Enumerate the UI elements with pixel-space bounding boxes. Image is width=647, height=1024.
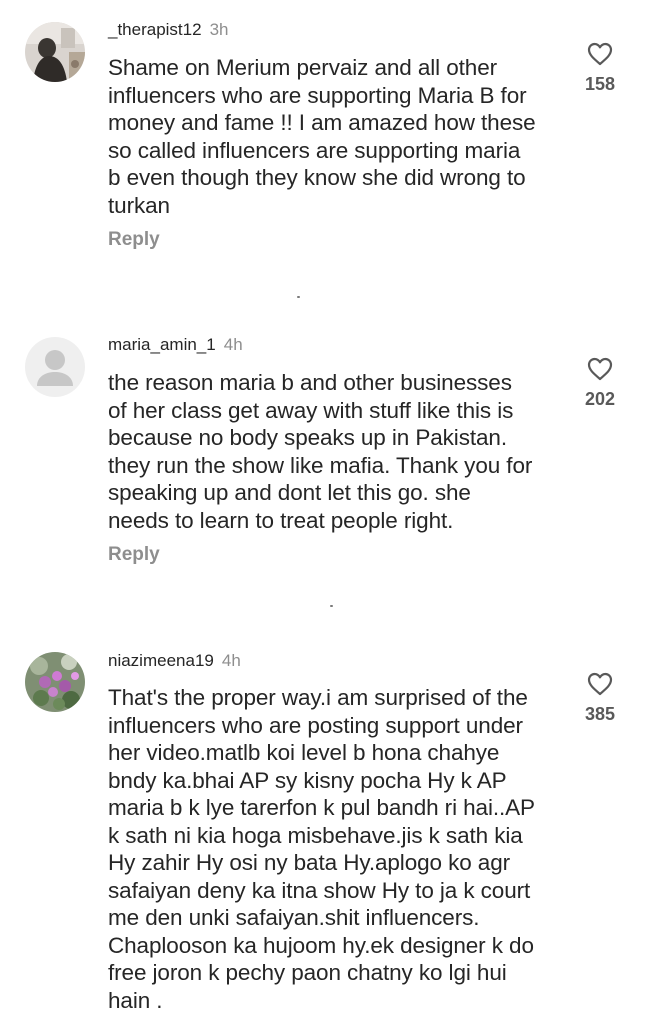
like-button[interactable]: 202 — [580, 357, 620, 410]
timestamp: 4h — [223, 335, 243, 354]
comment-text: That's the proper way.i am surprised of … — [108, 685, 535, 1013]
like-count: 385 — [584, 704, 616, 724]
comment-text: the reason maria b and other businesses … — [108, 370, 533, 533]
comment-item: maria_amin_1 4h the reason maria b and ot… — [0, 315, 647, 615]
timestamp: 4h — [221, 651, 241, 670]
like-button[interactable]: 385 — [580, 672, 620, 725]
username[interactable]: maria_amin_1 — [108, 335, 216, 354]
comment-item: _therapist12 3h Shame on Merium pervaiz a… — [0, 0, 647, 300]
flower-photo-avatar-icon — [25, 652, 85, 712]
comment-meta: niazimeena19 4h — [108, 650, 241, 672]
default-avatar-icon — [25, 337, 85, 397]
reply-button[interactable]: Reply — [108, 229, 160, 251]
separator-dot — [330, 605, 333, 607]
avatar[interactable] — [25, 337, 85, 397]
avatar[interactable] — [25, 22, 85, 82]
comment-meta: _therapist12 3h — [108, 19, 229, 41]
comment-text: Shame on Merium pervaiz and all other in… — [108, 55, 536, 218]
username[interactable]: _therapist12 — [108, 20, 202, 39]
like-count: 158 — [584, 74, 616, 94]
heart-outline-icon[interactable] — [587, 357, 613, 381]
like-count: 202 — [584, 389, 616, 409]
heart-outline-icon[interactable] — [587, 672, 613, 696]
heart-outline-icon[interactable] — [587, 42, 613, 66]
comment-item: niazimeena19 4h That's the proper way.i a… — [0, 630, 647, 1024]
reply-button[interactable]: Reply — [108, 544, 160, 566]
like-button[interactable]: 158 — [580, 42, 620, 95]
timestamp: 3h — [209, 20, 229, 39]
comment-meta: maria_amin_1 4h — [108, 334, 243, 356]
separator-dot — [297, 296, 300, 298]
photo-avatar-icon — [25, 22, 85, 82]
username[interactable]: niazimeena19 — [108, 651, 214, 670]
avatar[interactable] — [25, 652, 85, 712]
